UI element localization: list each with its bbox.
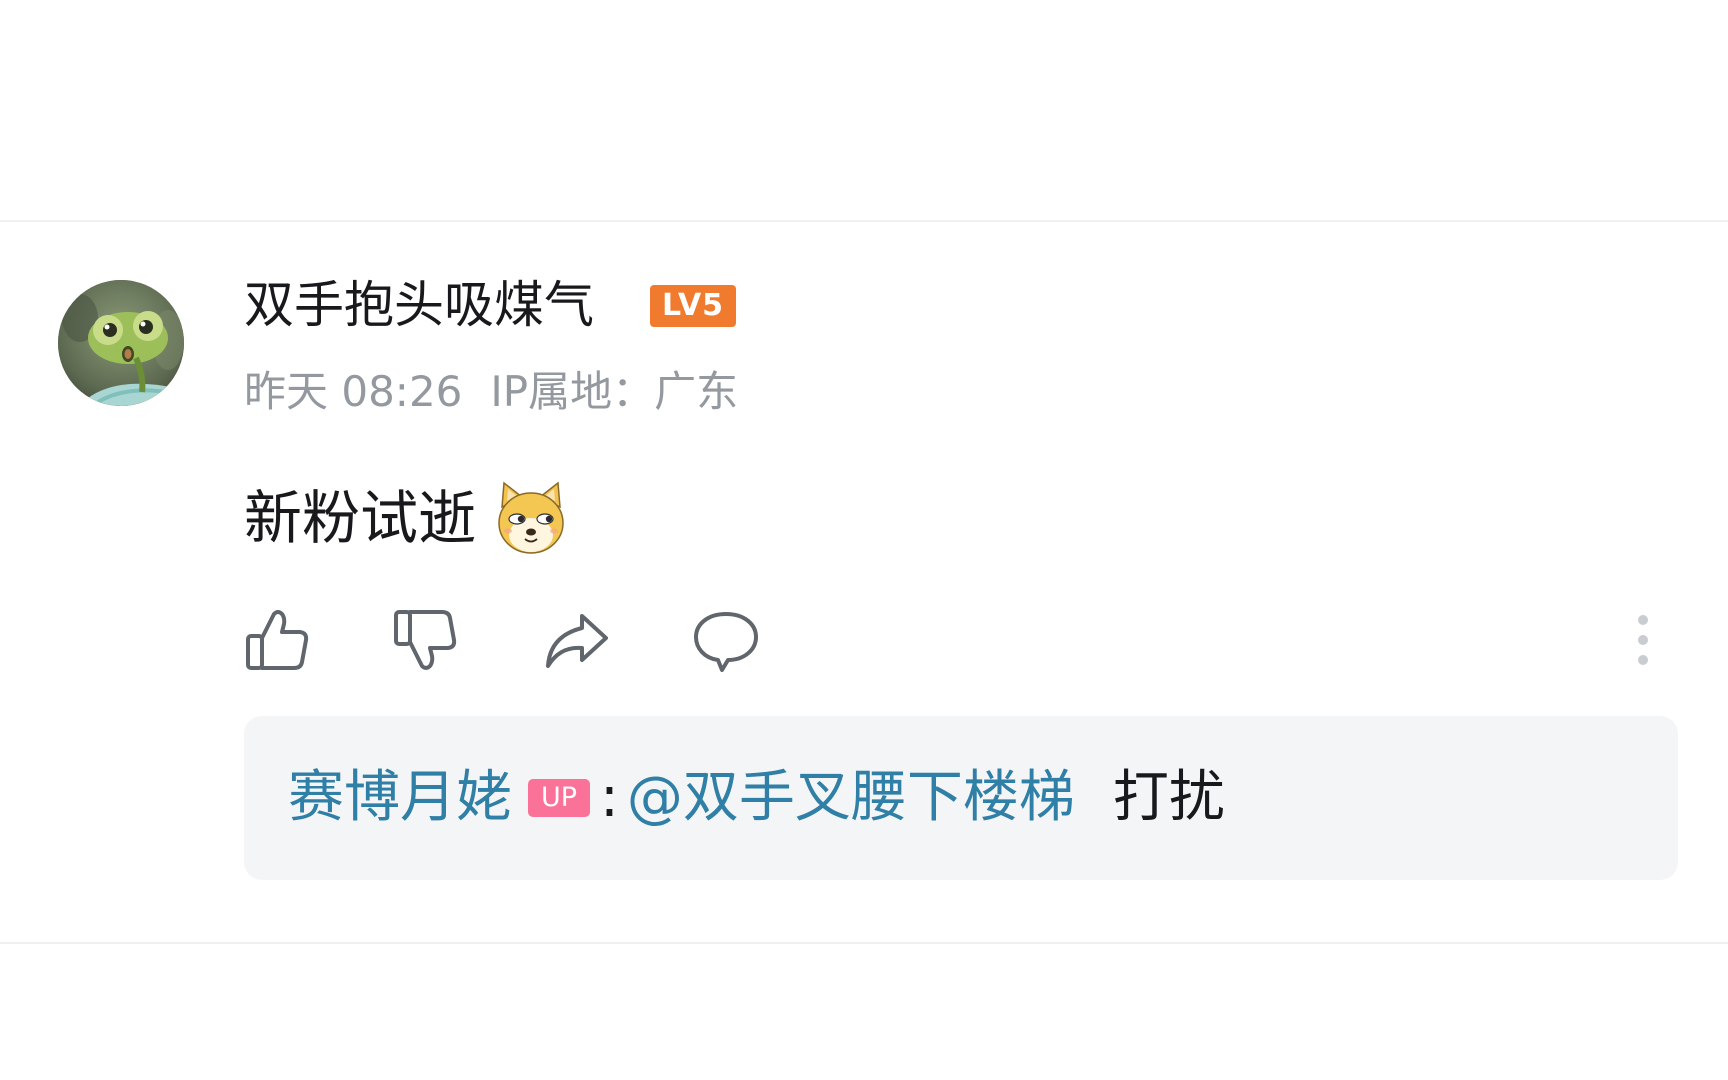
reply-text: 打扰 (1112, 765, 1225, 830)
reply-mention[interactable]: @双手叉腰下楼梯 (627, 763, 1075, 833)
reply-colon: : (600, 765, 619, 830)
level-badge: LV5 (650, 285, 736, 327)
thumbs-down-icon[interactable] (392, 606, 460, 674)
bottom-divider (0, 942, 1728, 944)
comment-meta: 昨天 08:26 IP属地：广东 (244, 366, 738, 418)
avatar-image (58, 280, 184, 406)
share-arrow-icon[interactable] (542, 606, 610, 674)
reply-preview[interactable]: 赛博月姥 UP : @双手叉腰下楼梯 打扰 (244, 716, 1678, 880)
reply-line: 赛博月姥 UP : @双手叉腰下楼梯 打扰 (288, 758, 1225, 838)
comment-username[interactable]: 双手抱头吸煤气 (244, 274, 594, 336)
thumbs-up-icon[interactable] (244, 606, 312, 674)
doge-emoji-icon (490, 477, 572, 559)
comment-text: 新粉试逝 (244, 484, 477, 552)
top-divider (0, 220, 1728, 222)
speech-bubble-icon[interactable] (692, 606, 760, 674)
reply-author[interactable]: 赛博月姥 (288, 763, 512, 833)
comment-time: 昨天 08:26 (244, 367, 463, 416)
avatar[interactable] (58, 280, 184, 406)
comment-content: 新粉试逝 (244, 478, 572, 558)
vertical-dots-icon[interactable] (1628, 612, 1658, 668)
up-badge: UP (528, 779, 590, 817)
comment-ip-location: IP属地：广东 (490, 367, 739, 416)
